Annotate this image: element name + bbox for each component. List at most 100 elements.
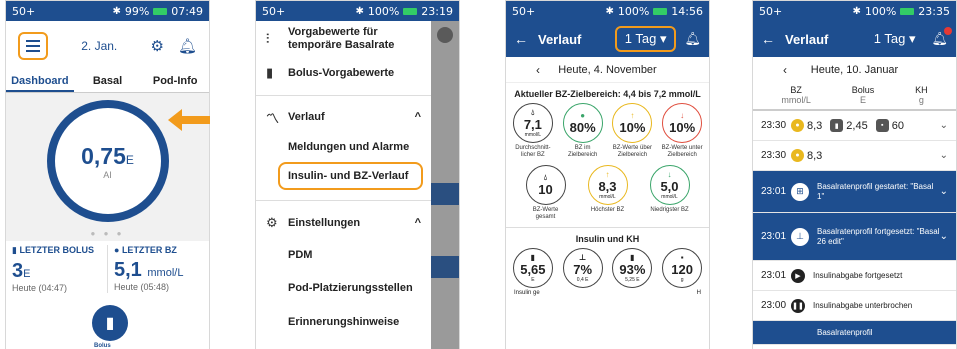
battery-icon	[653, 7, 668, 15]
menu-item-pod-sites[interactable]: Pod-Platzierungsstellen	[256, 271, 431, 305]
screen-menu: 50+ ✱ 100% 23:19 ⫶ Vorgabewerte für temp…	[255, 0, 460, 349]
bell-icon	[437, 27, 453, 43]
status-time: 23:19	[421, 4, 453, 18]
tab-basal[interactable]: Basal	[74, 71, 142, 92]
last-bz: ● LETZTER BZ 5,1 mmol/L Heute (05:48)	[114, 245, 184, 292]
carbs-icon: ▪	[680, 252, 684, 262]
profile-icon: ⊥	[791, 227, 809, 246]
arrow-up-icon: ↑	[605, 169, 610, 179]
menu-button[interactable]	[18, 32, 48, 60]
status-time: 14:56	[671, 4, 703, 18]
menu-item-reminders[interactable]: Erinnerungshinweise	[256, 305, 431, 339]
header-bar: ← Verlauf 1 Tag ▾ 🔔︎	[506, 21, 709, 57]
table-row[interactable]: Basalratenprofil	[753, 321, 956, 345]
stat-carbs: ▪ 120 g	[660, 248, 704, 288]
back-arrow-icon[interactable]: ←	[514, 31, 528, 47]
last-bolus: ▮ LETZTER BOLUS 3E Heute (04:47)	[12, 245, 94, 293]
stat-bolus-share: ▮ 93% 5,25 E	[610, 248, 654, 288]
date-label: Heute, 4. November	[558, 63, 657, 76]
pod-icon: ▮	[530, 252, 536, 262]
range-dropdown[interactable]: 1 Tag ▾	[614, 26, 677, 52]
basal-preset-icon: ⫶	[266, 31, 270, 46]
arrow-down-icon: ↓	[680, 110, 685, 120]
side-menu: ⫶ Vorgabewerte für temporäre Basalrate ▮…	[256, 21, 431, 349]
menu-item-alarms[interactable]: Meldungen und Alarme	[256, 132, 431, 162]
drop-icon: ●	[114, 245, 122, 255]
gear-icon[interactable]: ⚙	[151, 37, 164, 55]
chevron-left-icon[interactable]: ‹	[783, 63, 787, 77]
back-arrow-icon[interactable]: ←	[761, 31, 775, 47]
stat-lowest-bz: ↓ 5,0 mmol/L Niedrigster BZ	[648, 165, 692, 221]
chevron-down-icon[interactable]: ⌄	[940, 186, 948, 197]
bell-icon[interactable]: 🔔︎	[178, 37, 197, 55]
table-row: 23:00 ❚❚ Insulinabgabe unterbrochen	[753, 291, 956, 321]
stat-avg-bz: 💧︎ 7,1 mmol/L Durchschnitt-licher BZ	[511, 103, 555, 159]
bz-icon: ●	[791, 149, 804, 162]
stat-below-range: ↓ 10% BZ-Werte unter Zielbereich	[660, 103, 704, 159]
status-left: 50+	[262, 4, 286, 18]
play-icon: ▶	[791, 268, 805, 283]
date-label: 2. Jan.	[81, 39, 118, 53]
notification-badge	[944, 27, 952, 35]
stats-row-3: ▮ 5,65 E ⊥ 7% 0,4 E ▮ 93% 5,25 E ▪ 120 g	[506, 248, 709, 288]
chart-line-icon: 〽	[266, 110, 280, 126]
stat-basal-share: ⊥ 7% 0,4 E	[561, 248, 605, 288]
drop-icon: ●	[580, 110, 586, 120]
battery-percent: 100%	[864, 4, 897, 18]
bluetooth-icon: ✱	[112, 5, 121, 17]
battery-percent: 99%	[124, 4, 150, 18]
status-left: 50+	[512, 4, 536, 18]
menu-item-pdm[interactable]: PDM	[256, 239, 431, 271]
header-bar: ← Verlauf 1 Tag ▾ 🔔︎	[753, 21, 956, 57]
stat-total-insulin: ▮ 5,65 E	[511, 248, 555, 288]
chevron-down-icon[interactable]: ⌄	[940, 150, 948, 161]
table-row[interactable]: 23:30 ● 8,3 ⌄	[753, 141, 956, 171]
stat-in-range: ● 80% BZ im Zielbereich	[561, 103, 605, 159]
battery-percent: 100%	[367, 4, 400, 18]
table-row[interactable]: 23:01 ⊞ Basalratenprofil gestartet: "Bas…	[753, 171, 956, 213]
tab-bar: Dashboard Basal Pod-Info	[6, 71, 209, 93]
chevron-down-icon[interactable]: ⌄	[940, 231, 948, 242]
status-bar: 50+ ✱ 100% 23:35	[753, 1, 956, 21]
date-nav: ‹ Heute, 10. Januar	[753, 57, 956, 83]
tab-pod-info[interactable]: Pod-Info	[141, 71, 209, 92]
status-bar: 50+ ✱ 100% 14:56	[506, 1, 709, 21]
bluetooth-icon: ✱	[605, 5, 614, 17]
table-row[interactable]: 23:30 ● 8,3 ▮ 2,45 ▪ 60 ⌄	[753, 111, 956, 141]
chevron-left-icon[interactable]: ‹	[536, 63, 540, 77]
battery-percent: 100%	[617, 4, 650, 18]
col-bolus: Bolus E	[851, 85, 875, 105]
menu-item-insulin-bz[interactable]: Insulin- und BZ-Verlauf	[278, 162, 423, 190]
status-time: 07:49	[171, 4, 203, 18]
chevron-down-icon[interactable]: ⌄	[940, 120, 948, 131]
menu-item-bolus-presets[interactable]: ▮ Bolus-Vorgabewerte	[256, 57, 431, 89]
table-row[interactable]: 23:01 ⊥ Basalratenprofil fortgesetzt: "B…	[753, 213, 956, 261]
menu-item-settings[interactable]: ⚙ Einstellungen ^	[256, 207, 431, 239]
bell-icon[interactable]: 🔔︎	[931, 27, 952, 47]
target-range: Aktueller BZ-Zielbereich: 4,4 bis 7,2 mm…	[514, 89, 701, 99]
tab-dashboard[interactable]: Dashboard	[6, 71, 74, 92]
chevron-up-icon: ^	[414, 111, 421, 123]
date-label: Heute, 10. Januar	[810, 64, 899, 76]
gear-icon: ⚙	[266, 215, 278, 230]
status-time: 23:35	[918, 4, 950, 18]
menu-backdrop[interactable]	[431, 21, 459, 349]
bolus-button[interactable]: ▮	[92, 305, 128, 341]
drop-icon: 💧︎	[531, 107, 535, 117]
menu-item-verlauf[interactable]: 〽 Verlauf ^	[256, 102, 431, 132]
chevron-up-icon: ^	[414, 217, 421, 229]
bolus-label: Bolus	[94, 343, 111, 349]
pod-icon: ▮	[266, 65, 274, 80]
battery-icon	[403, 7, 418, 15]
bz-icon: ●	[791, 119, 804, 132]
date-nav: ‹ Heute, 4. November	[506, 57, 709, 83]
menu-item-basal-presets[interactable]: ⫶ Vorgabewerte für temporäre Basalrate	[256, 21, 431, 57]
iob-label: AI	[103, 169, 112, 180]
carbs-icon: ▪	[875, 119, 889, 132]
bell-icon[interactable]: 🔔︎	[684, 31, 701, 47]
screen-dashboard: 50+ ✱ 99% 07:49 2. Jan. ⚙ 🔔︎ Dashboard B…	[5, 0, 210, 349]
drop-icon: 💧︎	[543, 172, 548, 182]
page-title: Verlauf	[785, 31, 829, 47]
col-bz: BZ mmol/L	[781, 85, 811, 105]
range-dropdown[interactable]: 1 Tag ▾	[866, 28, 924, 50]
